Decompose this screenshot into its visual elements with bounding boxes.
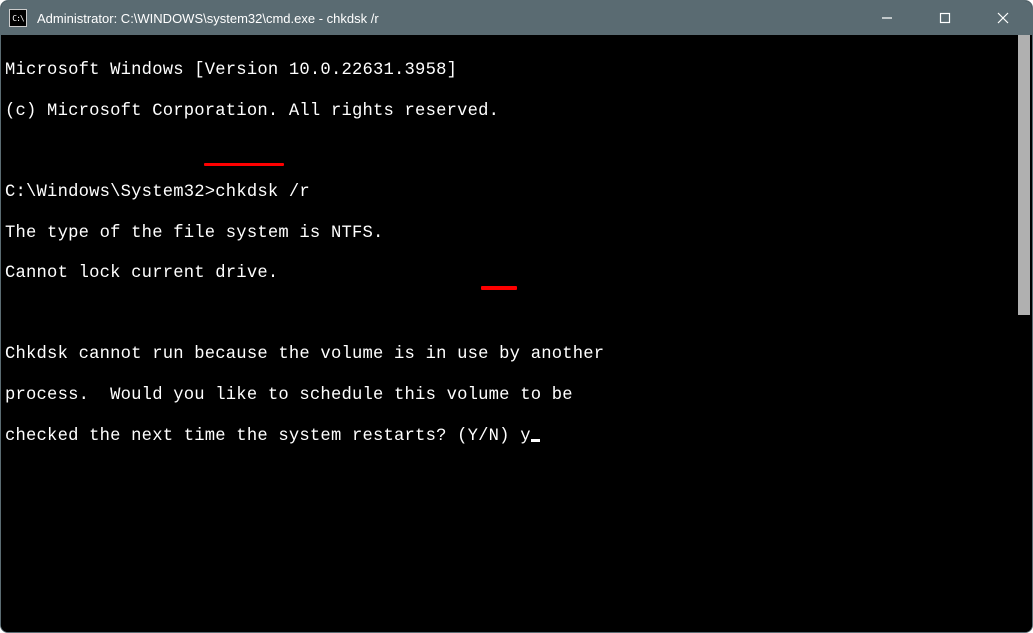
window-title: Administrator: C:\WINDOWS\system32\cmd.e… xyxy=(37,11,858,26)
typed-command: chkdsk /r xyxy=(215,183,310,202)
annotation-underline-response xyxy=(481,286,517,290)
output-line: Cannot lock current drive. xyxy=(5,264,1012,284)
window-controls xyxy=(858,1,1032,35)
cmd-icon: C:\ xyxy=(9,9,27,27)
output-line: process. Would you like to schedule this… xyxy=(5,386,1012,406)
cmd-window: C:\ Administrator: C:\WINDOWS\system32\c… xyxy=(0,0,1033,633)
minimize-icon xyxy=(881,12,893,24)
output-line: Chkdsk cannot run because the volume is … xyxy=(5,345,1012,365)
terminal-body: Microsoft Windows [Version 10.0.22631.39… xyxy=(1,35,1032,632)
output-line: (c) Microsoft Corporation. All rights re… xyxy=(5,102,1012,122)
minimize-button[interactable] xyxy=(858,1,916,35)
output-blank xyxy=(5,305,1012,325)
scrollbar-thumb[interactable] xyxy=(1018,35,1030,315)
prompt-path: C:\Windows\System32> xyxy=(5,183,215,202)
terminal-content[interactable]: Microsoft Windows [Version 10.0.22631.39… xyxy=(1,35,1016,632)
output-blank xyxy=(5,142,1012,162)
maximize-button[interactable] xyxy=(916,1,974,35)
user-response: y xyxy=(520,427,531,446)
annotation-underline-command xyxy=(204,163,284,166)
close-icon xyxy=(997,12,1009,24)
output-line: Microsoft Windows [Version 10.0.22631.39… xyxy=(5,61,1012,81)
output-line: The type of the file system is NTFS. xyxy=(5,224,1012,244)
close-button[interactable] xyxy=(974,1,1032,35)
vertical-scrollbar[interactable] xyxy=(1016,35,1032,632)
titlebar[interactable]: C:\ Administrator: C:\WINDOWS\system32\c… xyxy=(1,1,1032,35)
prompt-confirm-line: checked the next time the system restart… xyxy=(5,427,1012,447)
prompt-line: C:\Windows\System32>chkdsk /r xyxy=(5,183,1012,203)
text-cursor xyxy=(531,439,540,442)
confirm-prompt: checked the next time the system restart… xyxy=(5,427,520,446)
maximize-icon xyxy=(939,12,951,24)
